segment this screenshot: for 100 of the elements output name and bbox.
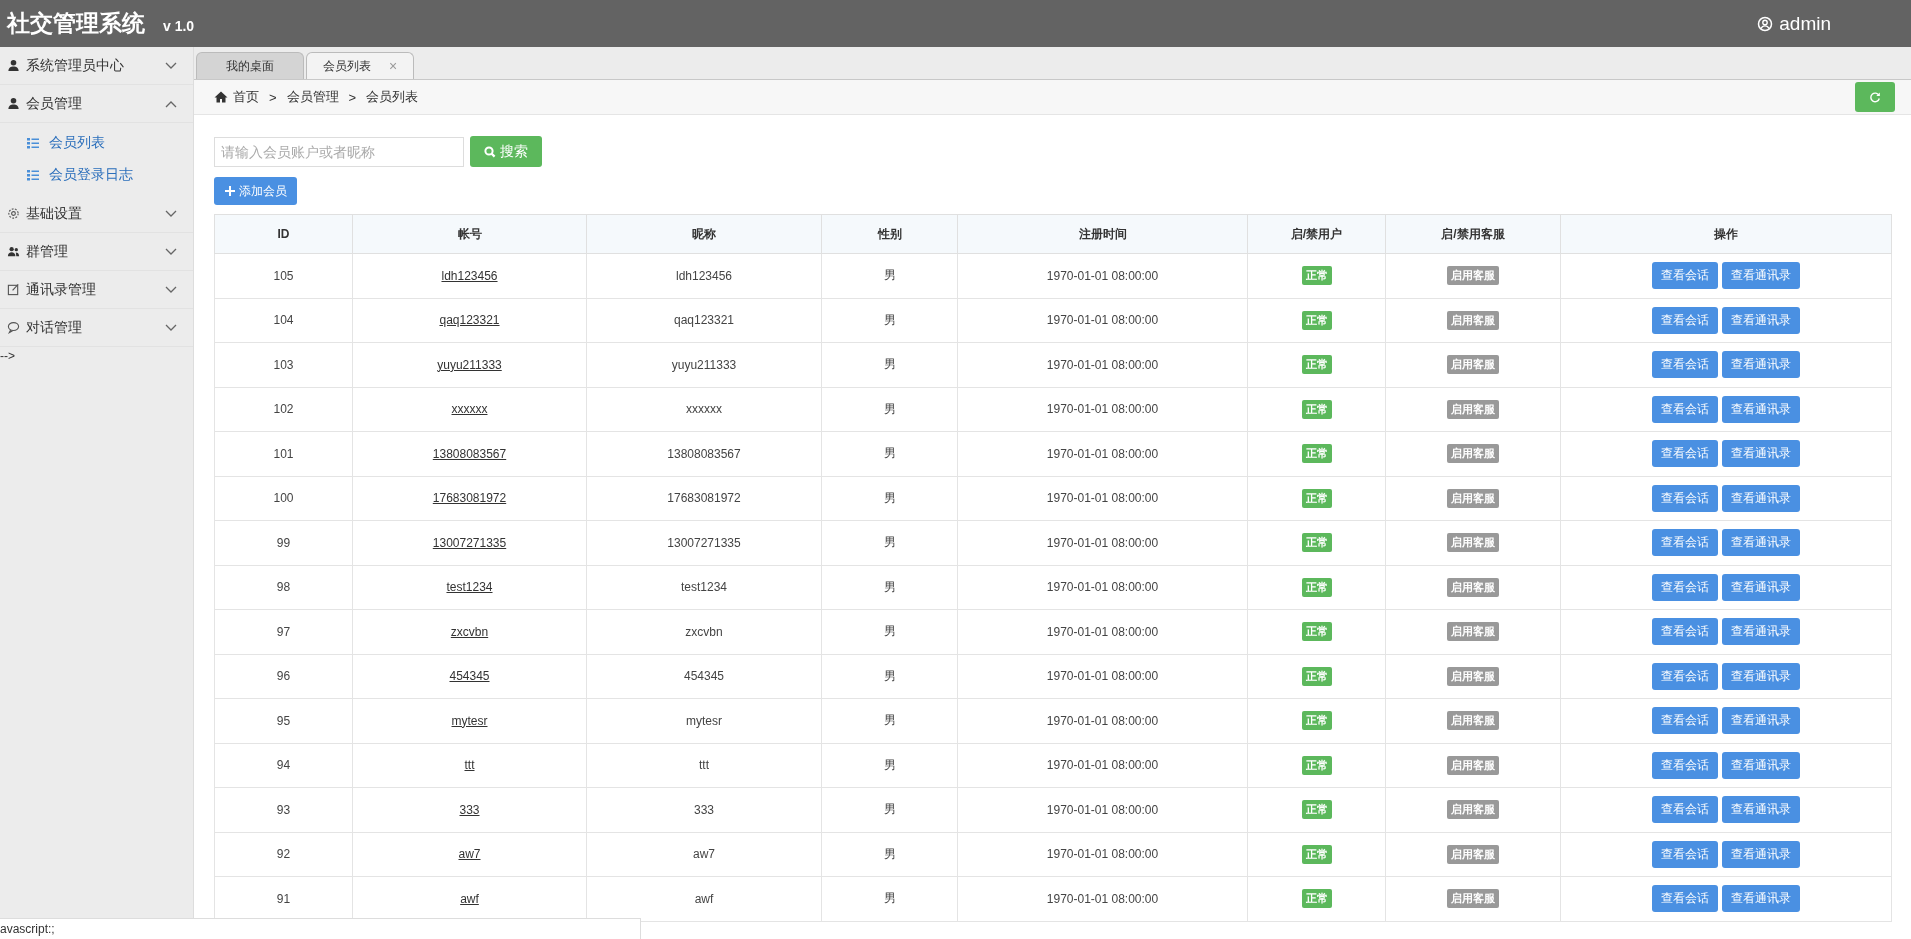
action-button[interactable]: 查看会话 <box>1652 840 1718 868</box>
action-button[interactable]: 查看会话 <box>1652 885 1718 913</box>
action-button[interactable]: 查看会话 <box>1652 751 1718 779</box>
account-link[interactable]: awf <box>460 891 479 906</box>
sidebar-item[interactable]: 对话管理 <box>0 309 193 347</box>
tab[interactable]: 我的桌面 <box>196 52 304 79</box>
account-link[interactable]: 454345 <box>449 669 490 684</box>
action-button[interactable]: 查看通讯录 <box>1722 840 1800 868</box>
sidebar-item[interactable]: 基础设置 <box>0 195 193 233</box>
service-badge[interactable]: 启用客服 <box>1447 889 1499 909</box>
breadcrumb-item[interactable]: 首页 <box>233 88 259 106</box>
sidebar-item[interactable]: 系统管理员中心 <box>0 47 193 85</box>
action-button[interactable]: 查看会话 <box>1652 395 1718 423</box>
action-button[interactable]: 查看会话 <box>1652 484 1718 512</box>
account-link[interactable]: qaq123321 <box>439 313 500 328</box>
service-badge[interactable]: 启用客服 <box>1447 488 1499 508</box>
status-badge[interactable]: 正常 <box>1301 488 1332 508</box>
action-button[interactable]: 查看通讯录 <box>1722 885 1800 913</box>
account-link[interactable]: zxcvbn <box>450 624 489 639</box>
status-badge[interactable]: 正常 <box>1301 355 1332 375</box>
submenu-item[interactable]: 会员登录日志 <box>0 159 193 191</box>
action-button[interactable]: 查看会话 <box>1652 662 1718 690</box>
sidebar-item[interactable]: 群管理 <box>0 233 193 271</box>
account-link[interactable]: 13007271335 <box>432 535 507 550</box>
table-cell: 1970-01-01 08:00:00 <box>957 253 1248 298</box>
status-badge[interactable]: 正常 <box>1301 622 1332 642</box>
column-header: ID <box>214 214 353 254</box>
action-button[interactable]: 查看通讯录 <box>1722 707 1800 735</box>
service-badge[interactable]: 启用客服 <box>1447 711 1499 731</box>
action-button[interactable]: 查看通讯录 <box>1722 662 1800 690</box>
service-badge[interactable]: 启用客服 <box>1447 755 1499 775</box>
sidebar-item[interactable]: 通讯录管理 <box>0 271 193 309</box>
status-badge[interactable]: 正常 <box>1301 266 1332 286</box>
service-badge[interactable]: 启用客服 <box>1447 355 1499 375</box>
service-badge[interactable]: 启用客服 <box>1447 844 1499 864</box>
status-badge[interactable]: 正常 <box>1301 800 1332 820</box>
status-badge[interactable]: 正常 <box>1301 711 1332 731</box>
action-button[interactable]: 查看会话 <box>1652 306 1718 334</box>
action-button[interactable]: 查看通讯录 <box>1722 484 1800 512</box>
action-button[interactable]: 查看通讯录 <box>1722 440 1800 468</box>
status-badge[interactable]: 正常 <box>1301 666 1332 686</box>
column-header: 操作 <box>1560 214 1892 254</box>
service-badge[interactable]: 启用客服 <box>1447 310 1499 330</box>
action-button[interactable]: 查看会话 <box>1652 440 1718 468</box>
action-button[interactable]: 查看会话 <box>1652 573 1718 601</box>
status-badge[interactable]: 正常 <box>1301 399 1332 419</box>
user-name[interactable]: admin <box>1779 12 1831 35</box>
sidebar-item[interactable]: 会员管理 <box>0 85 193 123</box>
action-button[interactable]: 查看会话 <box>1652 262 1718 290</box>
close-icon[interactable]: × <box>388 58 398 74</box>
status-badge[interactable]: 正常 <box>1301 310 1332 330</box>
action-button[interactable]: 查看通讯录 <box>1722 751 1800 779</box>
action-button[interactable]: 查看会话 <box>1652 351 1718 379</box>
gear-icon <box>7 207 20 220</box>
action-button[interactable]: 查看通讯录 <box>1722 262 1800 290</box>
action-button[interactable]: 查看会话 <box>1652 529 1718 557</box>
action-button[interactable]: 查看通讯录 <box>1722 796 1800 824</box>
account-link[interactable]: mytesr <box>451 713 488 728</box>
action-button[interactable]: 查看通讯录 <box>1722 618 1800 646</box>
breadcrumb-item[interactable]: 会员列表 <box>366 88 419 106</box>
status-badge[interactable]: 正常 <box>1301 889 1332 909</box>
status-badge[interactable]: 正常 <box>1301 844 1332 864</box>
account-link[interactable]: 13808083567 <box>432 446 507 461</box>
breadcrumb-item[interactable]: 会员管理 <box>286 88 339 106</box>
service-badge[interactable]: 启用客服 <box>1447 577 1499 597</box>
account-link[interactable]: ttt <box>464 758 475 773</box>
account-link[interactable]: xxxxxx <box>451 402 488 417</box>
tab[interactable]: 会员列表 × <box>306 52 414 79</box>
status-badge[interactable]: 正常 <box>1301 444 1332 464</box>
chevron-icon <box>165 99 177 108</box>
action-button[interactable]: 查看会话 <box>1652 618 1718 646</box>
service-badge[interactable]: 启用客服 <box>1447 800 1499 820</box>
action-button[interactable]: 查看通讯录 <box>1722 395 1800 423</box>
search-field[interactable]: 请输入会员账户或者昵称 <box>214 136 464 167</box>
service-badge[interactable]: 启用客服 <box>1447 533 1499 553</box>
add-member-button[interactable]: 添加会员 <box>214 177 297 205</box>
action-button[interactable]: 查看通讯录 <box>1722 351 1800 379</box>
action-button[interactable]: 查看会话 <box>1652 796 1718 824</box>
service-badge[interactable]: 启用客服 <box>1447 266 1499 286</box>
account-link[interactable]: test1234 <box>446 580 493 595</box>
account-link[interactable]: 333 <box>459 802 480 817</box>
service-badge[interactable]: 启用客服 <box>1447 666 1499 686</box>
service-badge[interactable]: 启用客服 <box>1447 622 1499 642</box>
status-badge[interactable]: 正常 <box>1301 577 1332 597</box>
user-circle-icon[interactable] <box>1757 15 1774 32</box>
service-badge[interactable]: 启用客服 <box>1447 399 1499 419</box>
service-badge[interactable]: 启用客服 <box>1447 444 1499 464</box>
submenu-item[interactable]: 会员列表 <box>0 127 193 159</box>
action-button[interactable]: 查看会话 <box>1652 707 1718 735</box>
action-button[interactable]: 查看通讯录 <box>1722 573 1800 601</box>
account-link[interactable]: yuyu211333 <box>437 357 502 372</box>
account-link[interactable]: 17683081972 <box>432 491 507 506</box>
action-button[interactable]: 查看通讯录 <box>1722 306 1800 334</box>
account-link[interactable]: aw7 <box>458 847 481 862</box>
status-badge[interactable]: 正常 <box>1301 755 1332 775</box>
status-badge[interactable]: 正常 <box>1301 533 1332 553</box>
action-button[interactable]: 查看通讯录 <box>1722 529 1800 557</box>
refresh-icon <box>1869 91 1881 103</box>
search-button[interactable]: 搜索 <box>470 136 542 167</box>
account-link[interactable]: ldh123456 <box>441 268 498 283</box>
